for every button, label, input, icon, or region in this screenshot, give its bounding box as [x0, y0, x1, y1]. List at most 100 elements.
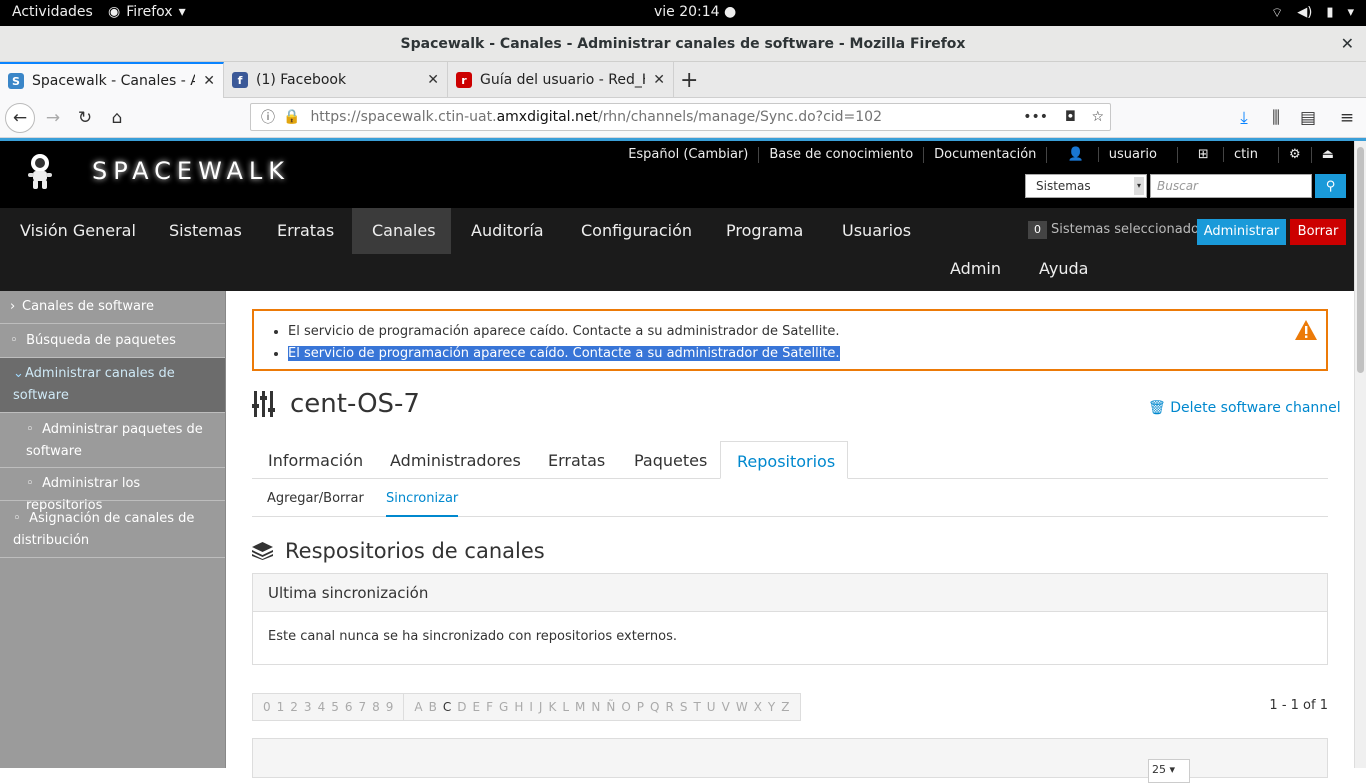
- sidebar-toggle-icon[interactable]: ▤: [1294, 104, 1322, 132]
- tab-packages[interactable]: Paquetes: [618, 441, 723, 479]
- tab-title: Guía del usuario - Red_Ha: [480, 72, 646, 88]
- alphabar-letter: J: [538, 700, 543, 714]
- system-tray[interactable]: ⌔ ◀) ▮ ▾: [1271, 5, 1354, 21]
- delete-channel-link[interactable]: 🗑 Delete software channel: [1148, 400, 1341, 416]
- warning-icon: [1295, 320, 1317, 340]
- preferences-icon[interactable]: ⚙: [1278, 147, 1311, 163]
- alphabar-letter: Y: [767, 700, 776, 714]
- subtab-sync[interactable]: Sincronizar: [386, 487, 459, 517]
- documentation-link[interactable]: Documentación: [923, 147, 1046, 163]
- alert-message: El servicio de programación aparece caíd…: [288, 343, 840, 365]
- alphabar-letter: I: [529, 700, 533, 714]
- tab-repositories[interactable]: Repositorios: [720, 441, 848, 479]
- sidebar-item-package-search[interactable]: ◦ Búsqueda de paquetes: [0, 324, 225, 358]
- activities-button[interactable]: Actividades: [12, 4, 93, 20]
- user-link[interactable]: 👤 usuario: [1046, 147, 1176, 163]
- tab-facebook[interactable]: f (1) Facebook ✕: [224, 62, 448, 98]
- alphabar-digit: 7: [358, 700, 367, 714]
- alphabar-letters: ABCDEFGHIJKLMNÑOPQRSTUVWXYZ: [410, 700, 793, 714]
- nav-audit[interactable]: Auditoría: [451, 208, 564, 254]
- nav-overview[interactable]: Visión General: [0, 208, 156, 254]
- sidebar-item-manage-packages[interactable]: ◦ Administrar paquetes de software: [0, 413, 225, 468]
- panel-header: Ultima sincronización: [253, 574, 1327, 612]
- nav-schedule[interactable]: Programa: [706, 208, 823, 254]
- close-window-icon[interactable]: ✕: [1341, 26, 1354, 62]
- bullet-icon: ◦: [26, 422, 34, 437]
- menu-icon[interactable]: ≡: [1333, 104, 1361, 132]
- bookmark-star-icon[interactable]: ☆: [1091, 109, 1104, 125]
- wifi-icon: ⌔: [1271, 6, 1284, 21]
- downloads-icon[interactable]: ⤓: [1230, 104, 1258, 132]
- sidebar-item-software-channels[interactable]: › Canales de software: [0, 291, 225, 324]
- last-sync-panel: Ultima sincronización Este canal nunca s…: [252, 573, 1328, 665]
- scrollbar-thumb[interactable]: [1357, 147, 1364, 373]
- library-icon[interactable]: ⫼: [1262, 104, 1290, 132]
- layers-icon: [252, 542, 273, 560]
- signout-icon[interactable]: ⏏: [1310, 147, 1344, 163]
- channel-tabs: Información Administradores Erratas Paqu…: [252, 441, 1328, 479]
- close-tab-icon[interactable]: ✕: [203, 73, 215, 89]
- nav-channels[interactable]: Canales: [352, 208, 451, 254]
- alphabar-letter: R: [665, 700, 674, 714]
- alphabar-letter: M: [575, 700, 586, 714]
- alphabar-digit: 4: [317, 700, 326, 714]
- url-bar[interactable]: ⓘ 🔒 https://spacewalk.ctin-uat. amxdigita…: [250, 103, 1111, 131]
- tab-redhat-guide[interactable]: r Guía del usuario - Red_Ha ✕: [448, 62, 674, 98]
- home-button[interactable]: ⌂: [103, 104, 131, 132]
- language-link[interactable]: Español (Cambiar): [618, 147, 758, 163]
- page-actions-icon[interactable]: •••: [1023, 109, 1048, 125]
- pocket-icon[interactable]: ◘: [1065, 109, 1076, 125]
- page-size-select[interactable]: 25 ▾: [1148, 759, 1190, 783]
- close-tab-icon[interactable]: ✕: [653, 72, 665, 88]
- alphabar-letter[interactable]: C: [443, 700, 451, 714]
- channel-icon: [252, 391, 275, 417]
- nav-help[interactable]: Ayuda: [1039, 254, 1088, 284]
- nav-admin[interactable]: Admin: [950, 254, 1001, 284]
- manage-selected-button[interactable]: Administrar: [1197, 219, 1286, 245]
- spacewalk-logo[interactable]: SPACEWALK: [22, 151, 290, 191]
- clear-selected-button[interactable]: Borrar: [1290, 219, 1346, 245]
- alert-message: El servicio de programación aparece caíd…: [288, 321, 840, 343]
- clock[interactable]: vie 20:14 ●: [654, 4, 736, 20]
- chevron-right-icon: ›: [10, 299, 16, 314]
- tab-spacewalk[interactable]: S Spacewalk - Canales - Ad ✕: [0, 62, 224, 98]
- search-scope-select[interactable]: Sistemas ▾: [1025, 174, 1147, 198]
- alphabar-letter: W: [735, 700, 748, 714]
- knowledge-base-link[interactable]: Base de conocimiento: [758, 147, 923, 163]
- channel-title: cent-OS-7: [290, 389, 420, 419]
- new-tab-button[interactable]: +: [680, 68, 698, 93]
- alphabar-letter: G: [499, 700, 509, 714]
- tab-title: Spacewalk - Canales - Ad: [32, 73, 196, 89]
- nav-systems[interactable]: Sistemas: [149, 208, 262, 254]
- sidebar-item-distribution-mapping[interactable]: ◦ Asignación de canales de distribución: [0, 501, 225, 558]
- nav-errata[interactable]: Erratas: [257, 208, 354, 254]
- alphabar-letter: S: [679, 700, 688, 714]
- search-input[interactable]: Buscar: [1150, 174, 1312, 198]
- user-icon: 👤: [1067, 147, 1088, 162]
- close-tab-icon[interactable]: ✕: [427, 72, 439, 88]
- alphabar-digit: 2: [290, 700, 298, 714]
- nav-users[interactable]: Usuarios: [822, 208, 931, 254]
- back-button[interactable]: ←: [5, 103, 35, 133]
- org-link[interactable]: ⊞ ctin: [1176, 147, 1278, 163]
- tab-errata[interactable]: Erratas: [532, 441, 621, 479]
- sidebar-item-manage-channels[interactable]: ⌄Administrar canales de software: [0, 358, 225, 413]
- tab-managers[interactable]: Administradores: [374, 441, 537, 479]
- main-navigation: Visión General Sistemas Erratas Canales …: [0, 208, 1354, 291]
- alphabar-letter: O: [621, 700, 631, 714]
- alphabar-digit: 5: [331, 700, 339, 714]
- alphabar-letter: Q: [650, 700, 660, 714]
- app-menu[interactable]: ◉ Firefox ▾: [108, 4, 186, 20]
- alphabar-letter: D: [457, 700, 467, 714]
- forward-button[interactable]: →: [39, 104, 67, 132]
- sidebar-item-manage-repos[interactable]: ◦ Administrar los repositorios: [0, 468, 225, 513]
- subtab-add-remove[interactable]: Agregar/Borrar: [267, 487, 364, 517]
- tab-information[interactable]: Información: [252, 441, 379, 479]
- chevron-down-icon: ▾: [1134, 177, 1144, 195]
- info-icon[interactable]: ⓘ: [261, 107, 275, 127]
- search-button[interactable]: ⚲: [1315, 174, 1346, 198]
- alphabar-digit: 3: [303, 700, 312, 714]
- reload-button[interactable]: ↻: [71, 104, 99, 132]
- page-scrollbar[interactable]: [1354, 141, 1366, 768]
- nav-configuration[interactable]: Configuración: [561, 208, 712, 254]
